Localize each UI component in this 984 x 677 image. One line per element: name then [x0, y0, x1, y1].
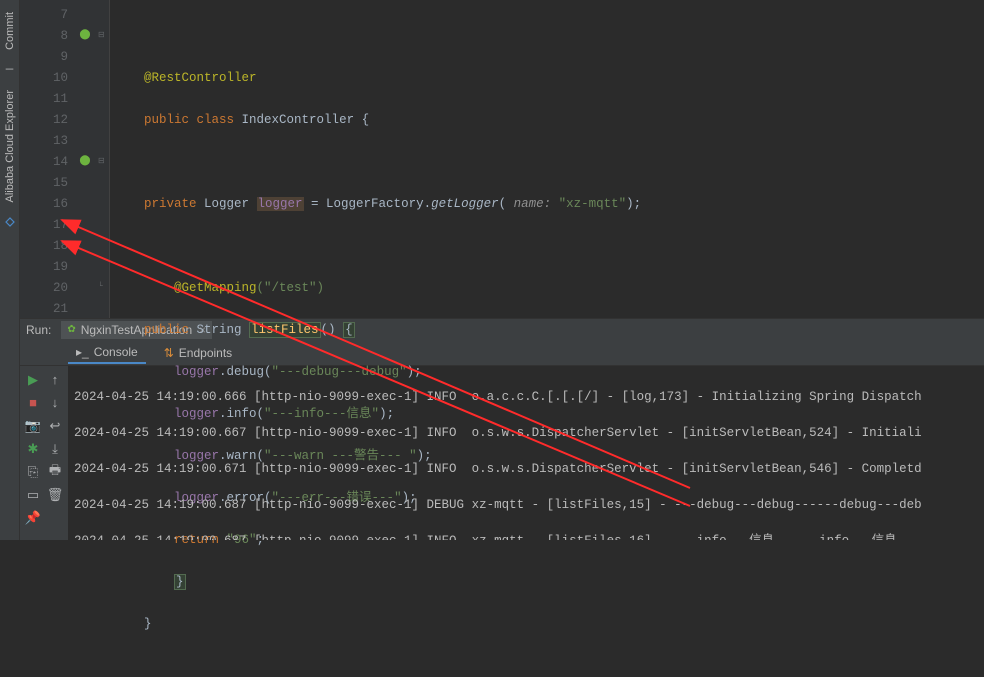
brace: {: [343, 322, 355, 338]
field-decl: logger: [257, 197, 304, 211]
type: Logger: [197, 197, 257, 211]
separator-icon: ─: [2, 62, 18, 78]
string-lit: "xz-mqtt": [551, 197, 626, 211]
log-line: 2024-04-25 14:19:00.687 [http-nio-9099-e…: [74, 532, 978, 540]
debug-icon[interactable]: ✱: [23, 439, 43, 459]
type: String: [189, 323, 249, 337]
code-content[interactable]: @RestController public class IndexContro…: [110, 0, 984, 318]
gutter-marks: ⬤ ⬤: [76, 0, 96, 318]
down-icon[interactable]: ↓: [45, 393, 65, 413]
fold-column: ⊟ ⊟ └: [96, 0, 110, 318]
run-label: Run:: [26, 323, 51, 337]
exit-icon[interactable]: ⎘: [23, 462, 43, 482]
annotation: @RestController: [144, 71, 257, 85]
code-text: = LoggerFactory.: [304, 197, 432, 211]
string-lit: ("/test"): [257, 281, 325, 295]
up-icon[interactable]: ↑: [45, 370, 65, 390]
run-line-icon[interactable]: ⬤: [78, 154, 92, 168]
method-decl: listFiles: [249, 322, 321, 338]
pin-icon[interactable]: 📌: [23, 508, 43, 528]
clear-icon[interactable]: 🗑: [45, 485, 65, 505]
rerun-button[interactable]: ▶: [23, 370, 43, 390]
line-numbers: 789101112131415161718192021: [44, 0, 76, 318]
log-line: 2024-04-25 14:19:00.671 [http-nio-9099-e…: [74, 460, 978, 478]
log-line: 2024-04-25 14:19:00.687 [http-nio-9099-e…: [74, 496, 978, 514]
main-area: 789101112131415161718192021 ⬤ ⬤ ⊟ ⊟ └ @R…: [20, 0, 984, 540]
camera-icon[interactable]: 📷: [23, 416, 43, 436]
scroll-end-icon[interactable]: ⤓: [45, 439, 65, 459]
left-tool-rail: Commit ─ Alibaba Cloud Explorer: [0, 0, 20, 540]
run-line-icon[interactable]: ⬤: [78, 28, 92, 42]
log-line: 2024-04-25 14:19:00.666 [http-nio-9099-e…: [74, 388, 978, 406]
gutter-strip: [20, 0, 44, 318]
static-call: getLogger: [431, 197, 499, 211]
spring-icon: ✿: [67, 324, 75, 335]
paren: (: [499, 197, 514, 211]
fold-toggle-icon[interactable]: ⊟: [98, 30, 108, 40]
print-icon[interactable]: 🖶: [45, 462, 65, 482]
code-text: (): [321, 323, 344, 337]
annotation: @GetMapping: [174, 281, 257, 295]
cloud-icon: [2, 214, 18, 230]
keyword: private: [114, 197, 197, 211]
wrap-icon[interactable]: ↩: [45, 416, 65, 436]
console-toolbar: ▶ ■ 📷 ✱ ⎘ ▭ 📌 ↑ ↓ ↩ ⤓ 🖶 🗑: [20, 366, 68, 540]
fold-end-icon[interactable]: └: [98, 282, 108, 292]
cloud-explorer-tool-button[interactable]: Alibaba Cloud Explorer: [4, 90, 16, 203]
commit-tool-button[interactable]: Commit: [4, 12, 16, 50]
code-editor[interactable]: 789101112131415161718192021 ⬤ ⬤ ⊟ ⊟ └ @R…: [20, 0, 984, 318]
console-icon: ▸_: [76, 345, 89, 359]
layout-icon[interactable]: ▭: [23, 485, 43, 505]
log-line: 2024-04-25 14:19:00.667 [http-nio-9099-e…: [74, 424, 978, 442]
code-text: );: [626, 197, 641, 211]
console-output[interactable]: 2024-04-25 14:19:00.666 [http-nio-9099-e…: [68, 366, 984, 540]
param-hint: name:: [514, 197, 552, 211]
keyword: public: [114, 323, 189, 337]
stop-button[interactable]: ■: [23, 393, 43, 413]
fold-toggle-icon[interactable]: ⊟: [98, 156, 108, 166]
console-panel: ▶ ■ 📷 ✱ ⎘ ▭ 📌 ↑ ↓ ↩ ⤓ 🖶 🗑: [20, 366, 984, 540]
